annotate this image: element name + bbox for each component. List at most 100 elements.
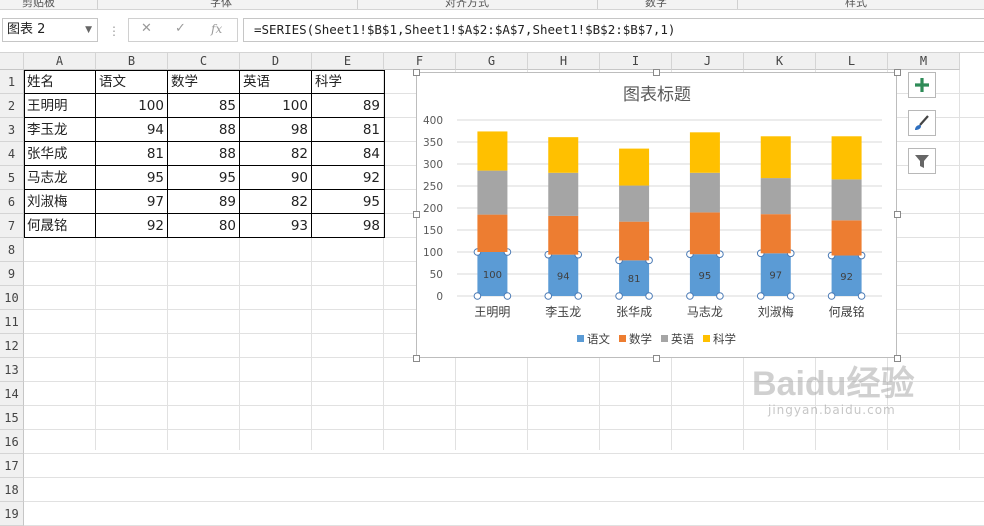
table-cell[interactable]: 刘淑梅 (24, 190, 96, 214)
header-cell[interactable]: 姓名 (24, 70, 96, 94)
table-cell[interactable]: 98 (312, 214, 384, 238)
selection-handle[interactable] (544, 292, 553, 300)
bar-segment-数学[interactable] (548, 215, 579, 255)
resize-handle[interactable] (413, 355, 420, 362)
table-cell[interactable]: 张华成 (24, 142, 96, 166)
selection-handle[interactable] (615, 292, 623, 300)
bar-segment-英语[interactable] (477, 170, 508, 215)
column-header-g[interactable]: G (456, 53, 528, 70)
row-header-13[interactable]: 13 (0, 358, 24, 382)
column-header-c[interactable]: C (168, 53, 240, 70)
selection-handle[interactable] (786, 292, 795, 300)
column-header-h[interactable]: H (528, 53, 600, 70)
bar-segment-英语[interactable] (619, 185, 650, 222)
chart-styles-button[interactable] (908, 110, 936, 136)
selection-handle[interactable] (716, 292, 724, 300)
column-header-f[interactable]: F (384, 53, 456, 70)
legend-entry[interactable]: 科学 (713, 332, 736, 346)
ribbon-group-alignment[interactable]: 对齐方式 (445, 0, 489, 9)
table-cell[interactable]: 100 (96, 94, 168, 118)
row-header-12[interactable]: 12 (0, 334, 24, 358)
bar-segment-科学[interactable] (619, 148, 650, 186)
table-cell[interactable]: 82 (240, 142, 312, 166)
insert-function-icon[interactable]: fx (211, 22, 222, 36)
table-cell[interactable]: 92 (312, 166, 384, 190)
selection-handle[interactable] (857, 292, 866, 300)
legend-entry[interactable]: 语文 (587, 332, 610, 346)
enter-icon[interactable]: ✓ (175, 21, 186, 36)
row-header-16[interactable]: 16 (0, 430, 24, 454)
table-cell[interactable]: 100 (240, 94, 312, 118)
table-cell[interactable]: 李玉龙 (24, 118, 96, 142)
table-cell[interactable]: 95 (312, 190, 384, 214)
chevron-down-icon[interactable]: ▼ (85, 19, 92, 41)
bar-segment-英语[interactable] (548, 172, 579, 216)
bar-segment-科学[interactable] (760, 136, 791, 179)
chart-elements-button[interactable] (908, 72, 936, 98)
column-header-b[interactable]: B (96, 53, 168, 70)
resize-handle[interactable] (894, 355, 901, 362)
select-all-corner[interactable] (0, 53, 24, 70)
bar-segment-科学[interactable] (548, 137, 579, 173)
ribbon-group-font[interactable]: 字体 (210, 0, 232, 9)
table-cell[interactable]: 90 (240, 166, 312, 190)
table-cell[interactable]: 85 (168, 94, 240, 118)
table-cell[interactable]: 80 (168, 214, 240, 238)
table-cell[interactable]: 81 (312, 118, 384, 142)
table-cell[interactable]: 95 (168, 166, 240, 190)
header-cell[interactable]: 语文 (96, 70, 168, 94)
resize-handle[interactable] (653, 69, 660, 76)
resize-handle[interactable] (413, 211, 420, 218)
selection-handle[interactable] (574, 292, 583, 300)
chart-title[interactable]: 图表标题 (623, 85, 691, 105)
table-cell[interactable]: 98 (240, 118, 312, 142)
legend-entry[interactable]: 数学 (629, 332, 652, 346)
bar-segment-数学[interactable] (760, 214, 791, 254)
row-header-6[interactable]: 6 (0, 190, 24, 214)
selection-handle[interactable] (686, 292, 694, 300)
bar-segment-科学[interactable] (477, 131, 508, 171)
table-cell[interactable]: 84 (312, 142, 384, 166)
formula-input[interactable]: =SERIES(Sheet1!$B$1,Sheet1!$A$2:$A$7,She… (243, 18, 984, 42)
column-header-m[interactable]: M (888, 53, 960, 70)
row-header-18[interactable]: 18 (0, 478, 24, 502)
selection-handle[interactable] (827, 292, 836, 300)
row-header-8[interactable]: 8 (0, 238, 24, 262)
row-header-7[interactable]: 7 (0, 214, 24, 238)
column-header-j[interactable]: J (672, 53, 744, 70)
column-header-d[interactable]: D (240, 53, 312, 70)
bar-segment-数学[interactable] (477, 214, 508, 252)
column-header-l[interactable]: L (816, 53, 888, 70)
name-box[interactable]: 图表 2 ▼ (2, 18, 98, 42)
resize-handle[interactable] (894, 69, 901, 76)
table-cell[interactable]: 89 (168, 190, 240, 214)
row-header-9[interactable]: 9 (0, 262, 24, 286)
chart-area[interactable]: 图表标题 0 50 100 150 200 250 300 350 400 100 王明明 94 李玉龙 8… (416, 72, 897, 358)
bar-segment-英语[interactable] (760, 178, 791, 215)
row-header-17[interactable]: 17 (0, 454, 24, 478)
column-header-e[interactable]: E (312, 53, 384, 70)
selection-handle[interactable] (756, 292, 765, 300)
row-header-5[interactable]: 5 (0, 166, 24, 190)
header-cell[interactable]: 数学 (168, 70, 240, 94)
bar-segment-数学[interactable] (689, 212, 720, 255)
row-header-11[interactable]: 11 (0, 310, 24, 334)
bar-segment-科学[interactable] (689, 132, 720, 173)
header-cell[interactable]: 英语 (240, 70, 312, 94)
ribbon-group-number[interactable]: 数字 (645, 0, 667, 9)
column-header-i[interactable]: I (600, 53, 672, 70)
table-cell[interactable]: 94 (96, 118, 168, 142)
more-options-icon[interactable]: ⋮ (108, 24, 120, 38)
selection-handle[interactable] (645, 292, 653, 300)
bar-segment-数学[interactable] (619, 221, 650, 261)
table-cell[interactable]: 马志龙 (24, 166, 96, 190)
resize-handle[interactable] (653, 355, 660, 362)
table-cell[interactable]: 95 (96, 166, 168, 190)
row-header-10[interactable]: 10 (0, 286, 24, 310)
ribbon-group-clipboard[interactable]: 剪贴板 (22, 0, 55, 9)
bar-segment-英语[interactable] (831, 179, 862, 221)
bar-segment-科学[interactable] (831, 136, 862, 180)
row-header-2[interactable]: 2 (0, 94, 24, 118)
header-cell[interactable]: 科学 (312, 70, 384, 94)
stacked-column-chart[interactable]: 图表标题 0 50 100 150 200 250 300 350 400 100 王明明 94 李玉龙 8… (417, 73, 898, 359)
